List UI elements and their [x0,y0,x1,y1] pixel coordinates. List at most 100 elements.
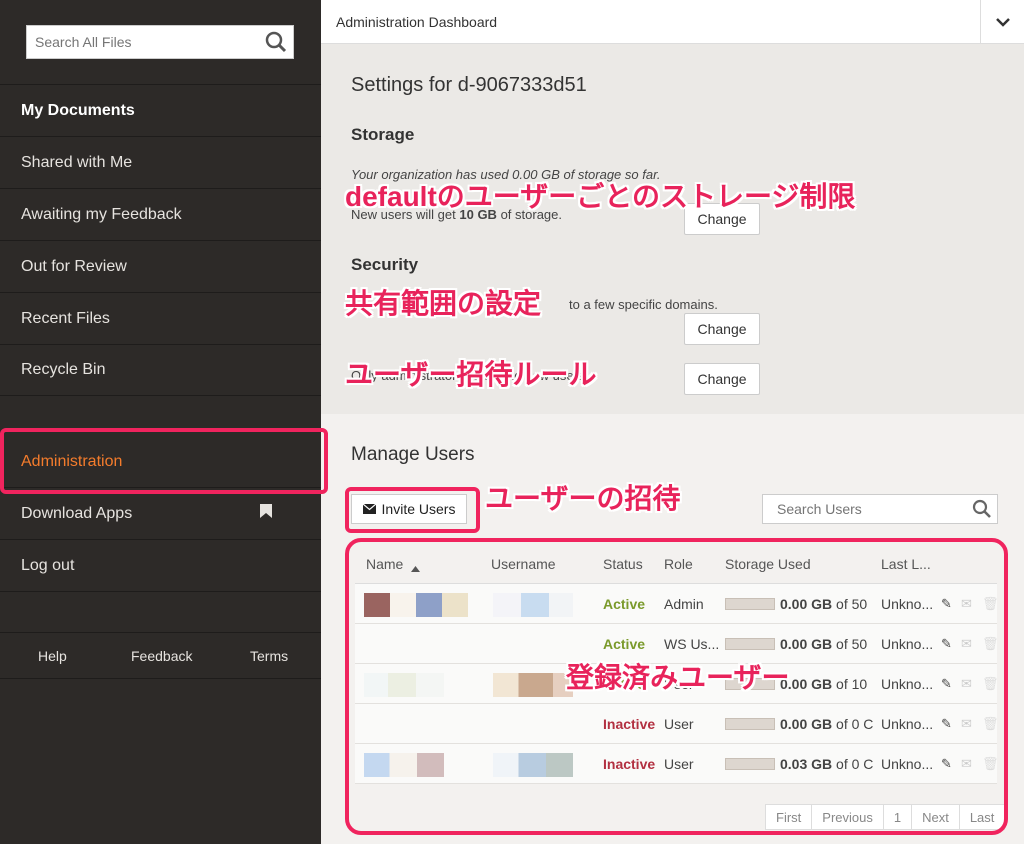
invite-users-button[interactable]: Invite Users [351,494,467,524]
security-heading: Security [351,255,419,274]
table-header: Name Username Status Role Storage Used L… [355,542,997,584]
bookmark-icon [260,504,272,523]
nav-awaiting-feedback[interactable]: Awaiting my Feedback [0,188,321,240]
col-name[interactable]: Name [366,556,403,572]
mail-icon[interactable]: ✉ [961,636,972,652]
col-username[interactable]: Username [491,556,556,572]
storage-text: 0.00 GB of 10 [780,676,868,692]
role-label: WS Us... [664,636,720,652]
role-label: Admin [664,596,704,612]
main-nav: My Documents Shared with Me Awaiting my … [0,84,321,396]
sharing-scope-text: to a few specific domains. [569,297,718,312]
top-bar: Administration Dashboard [321,0,1024,44]
nav-recent-files[interactable]: Recent Files [0,292,321,344]
nav-recycle-bin[interactable]: Recycle Bin [0,344,321,396]
redacted-name [364,753,444,777]
sidebar-footer: Help Feedback Terms [0,632,321,679]
search-icon[interactable] [967,494,997,524]
storage-text: 0.00 GB of 50 [780,636,868,652]
mail-icon[interactable]: ✉ [961,676,972,692]
page-title: Administration Dashboard [336,14,498,30]
pagination: First Previous 1 Next Last [765,804,1006,830]
trash-icon[interactable]: 🗑 [982,596,999,612]
pencil-icon[interactable]: ✎ [941,636,952,652]
annotation-invite: ユーザーの招待 [485,483,681,514]
storage-text: 0.03 GB of 0 C [780,756,874,772]
mail-icon[interactable]: ✉ [961,716,972,732]
storage-text: 0.00 GB of 0 C [780,716,874,732]
pager-next[interactable]: Next [912,805,960,829]
secondary-nav: Administration Download Apps Log out [0,436,321,592]
last-login: Unkno... [881,596,934,612]
status-label: Active [603,636,646,652]
redacted-username [493,673,573,697]
trash-icon[interactable]: 🗑 [982,676,999,692]
nav-out-for-review[interactable]: Out for Review [0,240,321,292]
annotation-storage-limit: defaultのユーザーごとのストレージ制限 [345,181,856,212]
file-search-input[interactable] [27,26,259,58]
redacted-username [493,753,573,777]
table-row[interactable]: Active Admin 0.00 GB of 50 Unkno... ✎ ✉ … [355,584,999,624]
pencil-icon[interactable]: ✎ [941,676,952,692]
pager-previous[interactable]: Previous [812,805,884,829]
trash-icon[interactable]: 🗑 [982,636,999,652]
file-search-box[interactable] [26,25,294,59]
envelope-icon [362,501,376,517]
col-role[interactable]: Role [664,556,693,572]
table-row[interactable]: Inactive User 0.00 GB of 0 C Unkno... ✎ … [355,704,999,744]
search-icon[interactable] [259,25,293,59]
pager-first[interactable]: First [766,805,813,829]
nav-my-documents[interactable]: My Documents [0,84,321,136]
annotation-sharing-scope: 共有範囲の設定 [345,288,542,319]
feedback-link[interactable]: Feedback [131,648,192,664]
last-login: Unkno... [881,636,934,652]
mail-icon[interactable]: ✉ [961,756,972,772]
redacted-name [364,673,444,697]
role-label: User [664,756,694,772]
nav-shared-with-me[interactable]: Shared with Me [0,136,321,188]
storage-text: 0.00 GB of 50 [780,596,868,612]
annotation-invite-rule: ユーザー招待ルール [345,359,597,390]
user-search-input[interactable] [763,495,967,523]
help-link[interactable]: Help [38,648,67,664]
col-last-login[interactable]: Last L... [881,556,931,572]
last-login: Unkno... [881,676,934,692]
nav-download-apps[interactable]: Download Apps [0,488,321,540]
settings-title: Settings for d-9067333d51 [351,74,587,96]
sharing-change-button[interactable]: Change [684,313,760,345]
storage-heading: Storage [351,125,415,144]
status-label: Active [603,596,646,612]
manage-users-title: Manage Users [351,444,475,465]
status-label: Inactive [603,756,656,772]
trash-icon[interactable]: 🗑 [982,716,999,732]
mail-icon[interactable]: ✉ [961,596,972,612]
pager-last[interactable]: Last [960,805,1005,829]
status-label: Inactive [603,716,656,732]
pager-page-1[interactable]: 1 [884,805,913,829]
nav-log-out[interactable]: Log out [0,540,321,592]
storage-bar [725,638,775,650]
last-login: Unkno... [881,756,934,772]
invite-users-label: Invite Users [381,501,456,517]
storage-bar [725,598,775,610]
role-label: User [664,716,694,732]
redacted-username [493,593,573,617]
sidebar: My Documents Shared with Me Awaiting my … [0,0,321,844]
annotation-registered-users: 登録済みユーザー [566,662,790,693]
last-login: Unkno... [881,716,934,732]
col-status[interactable]: Status [603,556,643,572]
pencil-icon[interactable]: ✎ [941,716,952,732]
pencil-icon[interactable]: ✎ [941,756,952,772]
nav-administration[interactable]: Administration [0,436,321,488]
col-storage[interactable]: Storage Used [725,556,811,572]
storage-bar [725,718,775,730]
chevron-down-icon[interactable] [980,0,1024,44]
table-row[interactable]: Inactive User 0.03 GB of 0 C Unkno... ✎ … [355,744,999,784]
terms-link[interactable]: Terms [250,648,288,664]
trash-icon[interactable]: 🗑 [982,756,999,772]
redacted-name [364,593,468,617]
sort-asc-icon[interactable] [411,559,420,575]
pencil-icon[interactable]: ✎ [941,596,952,612]
user-search-box[interactable] [762,494,998,524]
invite-rule-change-button[interactable]: Change [684,363,760,395]
